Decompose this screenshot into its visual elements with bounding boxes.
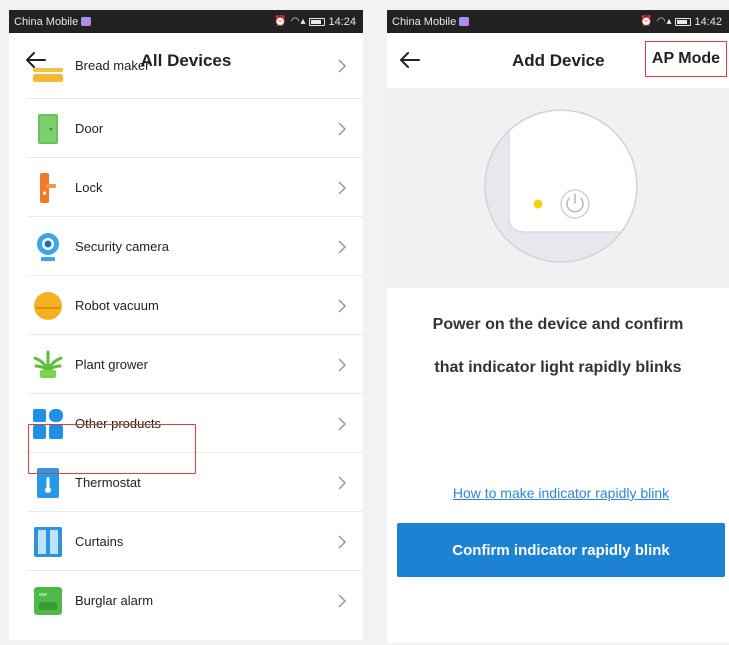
instruction-line-2: that indicator light rapidly blinks xyxy=(434,359,682,376)
curtains-icon xyxy=(33,526,63,557)
confirm-indicator-button[interactable]: Confirm indicator rapidly blink xyxy=(397,523,725,577)
device-label: Door xyxy=(75,121,104,136)
chevron-right-icon xyxy=(338,357,347,372)
indicator-light xyxy=(533,199,543,209)
device-row-bread-maker[interactable]: Bread maker xyxy=(9,58,363,99)
device-row-door[interactable]: Door xyxy=(9,99,363,158)
device-label: Thermostat xyxy=(75,475,141,490)
all-devices-screen: China Mobile ⏰ ◠▴ 14:24 All Devices Brea… xyxy=(9,10,363,640)
plant-grower-icon xyxy=(33,350,63,380)
add-device-screen: China Mobile ⏰ ◠▴ 14:42 Add Device AP Mo… xyxy=(387,10,729,643)
carrier-name: China Mobile xyxy=(392,15,457,28)
other-products-highlight xyxy=(28,424,196,474)
door-icon xyxy=(33,113,63,144)
indicator-help-link[interactable]: How to make indicator rapidly blink xyxy=(387,485,729,501)
clock-time: 14:42 xyxy=(694,15,722,28)
device-illustration xyxy=(387,88,729,288)
lock-icon xyxy=(33,172,63,203)
chevron-right-icon xyxy=(338,180,347,195)
battery-icon xyxy=(309,17,326,26)
robot-vacuum-icon xyxy=(33,291,63,321)
device-label: Bread maker xyxy=(75,58,150,73)
chevron-right-icon xyxy=(338,593,347,608)
carrier-name: China Mobile xyxy=(14,15,79,28)
nav-bar: Add Device AP Mode xyxy=(387,33,729,88)
chevron-right-icon xyxy=(338,534,347,549)
alarm-icon: ⏰ xyxy=(640,16,654,27)
device-row-burglar-alarm[interactable]: Burglar alarm xyxy=(9,571,363,630)
page-title: Add Device xyxy=(512,50,605,70)
back-arrow-icon[interactable] xyxy=(399,49,421,71)
wifi-signal-icon: ◠▴ xyxy=(656,16,673,27)
device-label: Lock xyxy=(75,180,103,195)
instruction-line-1: Power on the device and confirm xyxy=(432,316,684,333)
chevron-right-icon xyxy=(338,416,347,431)
status-bar: China Mobile ⏰ ◠▴ 14:42 xyxy=(387,10,729,33)
clock-time: 14:24 xyxy=(328,15,356,28)
battery-icon xyxy=(675,17,692,26)
device-row-lock[interactable]: Lock xyxy=(9,158,363,217)
ap-mode-button[interactable]: AP Mode xyxy=(645,41,727,77)
bread-maker-icon xyxy=(33,60,63,90)
sim-icon xyxy=(81,17,92,26)
chevron-right-icon xyxy=(338,239,347,254)
device-label: Security camera xyxy=(75,239,169,254)
chevron-right-icon xyxy=(338,59,347,73)
device-label: Burglar alarm xyxy=(75,593,154,608)
power-button-icon xyxy=(560,189,590,219)
device-row-robot-vacuum[interactable]: Robot vacuum xyxy=(9,276,363,335)
status-bar: China Mobile ⏰ ◠▴ 14:24 xyxy=(9,10,363,33)
device-row-security-camera[interactable]: Security camera xyxy=(9,217,363,276)
sim-icon xyxy=(459,17,470,26)
wifi-signal-icon: ◠▴ xyxy=(290,16,307,27)
device-label: Curtains xyxy=(75,534,124,549)
chevron-right-icon xyxy=(338,475,347,490)
device-power-illustration xyxy=(484,109,638,263)
device-row-plant-grower[interactable]: Plant grower xyxy=(9,335,363,394)
burglar-alarm-icon xyxy=(33,586,63,616)
alarm-icon: ⏰ xyxy=(274,16,288,27)
device-label: Robot vacuum xyxy=(75,298,159,313)
device-label: Plant grower xyxy=(75,357,148,372)
chevron-right-icon xyxy=(338,121,347,136)
security-camera-icon xyxy=(33,232,63,262)
device-row-curtains[interactable]: Curtains xyxy=(9,512,363,571)
chevron-right-icon xyxy=(338,298,347,313)
